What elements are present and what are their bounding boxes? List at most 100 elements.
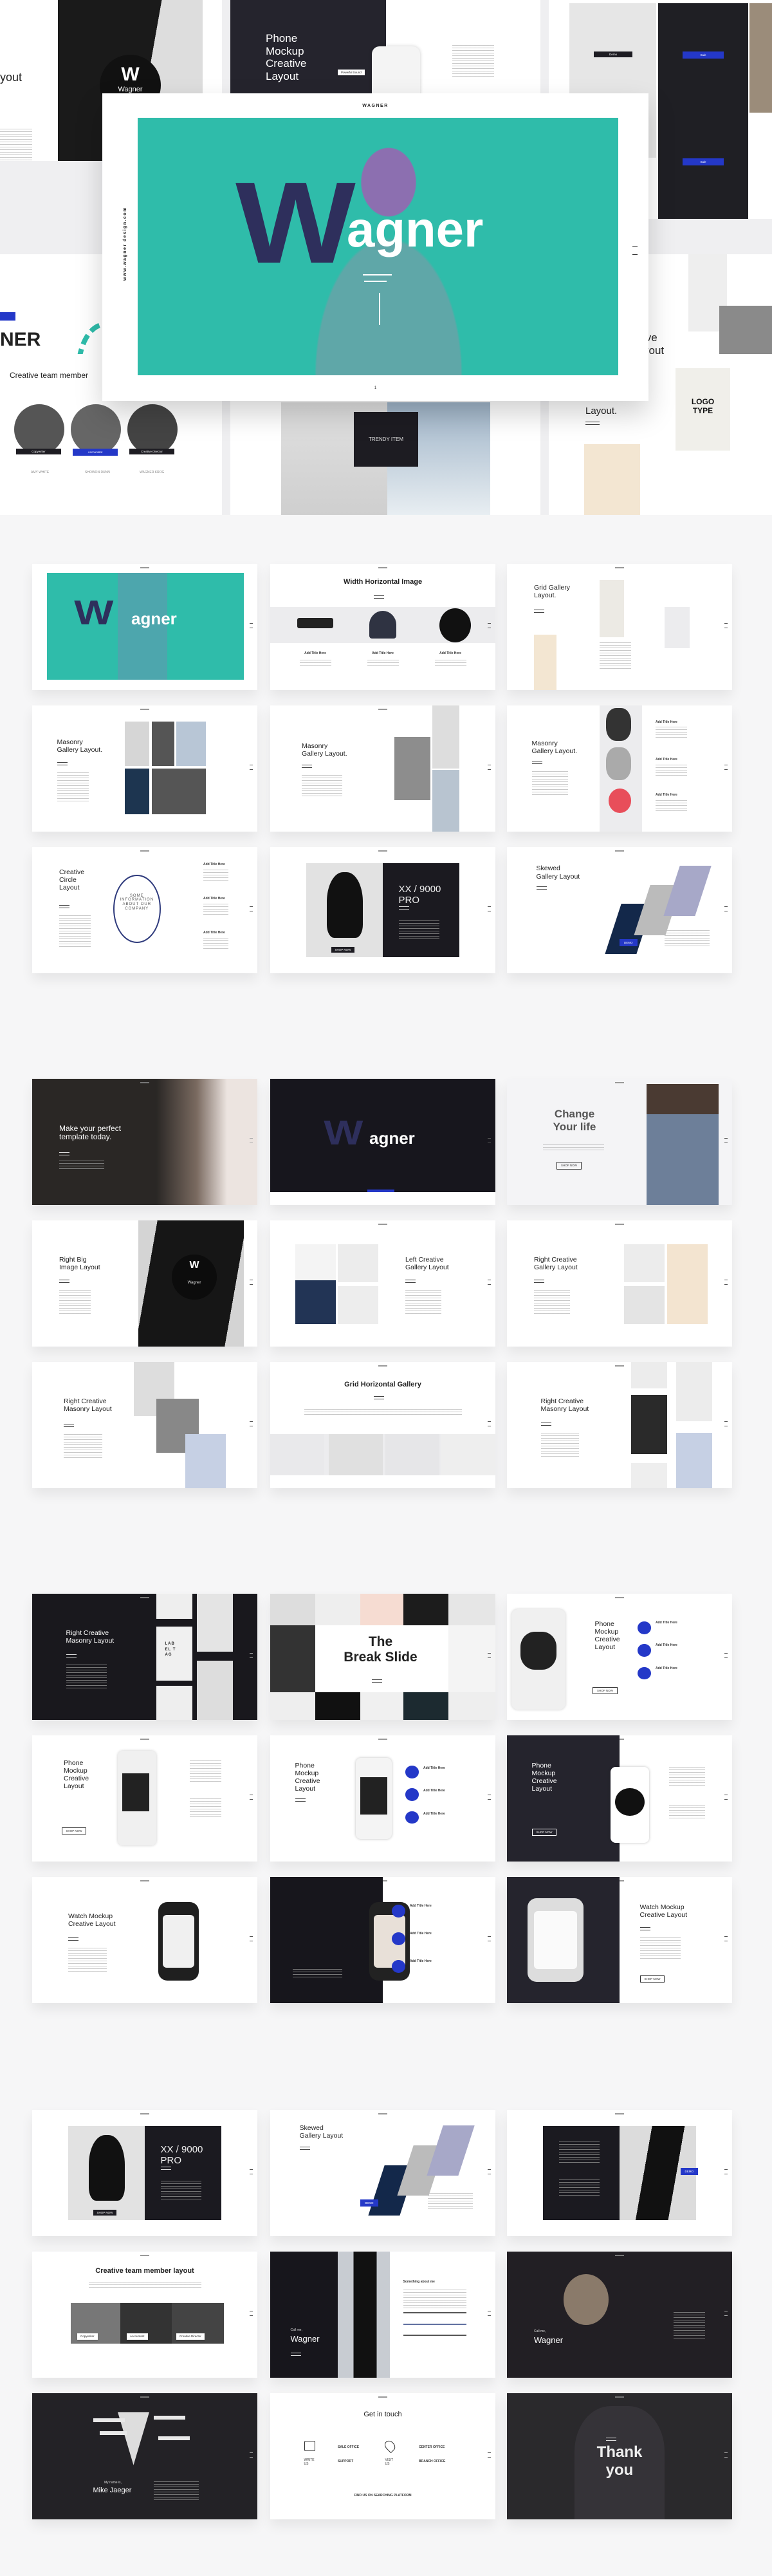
slide-thumbnail[interactable]: Wagner — [32, 564, 257, 690]
brand-mark — [378, 1365, 387, 1367]
menu-icon[interactable] — [250, 623, 253, 628]
menu-icon[interactable] — [488, 2311, 491, 2316]
slide-thumbnail[interactable]: Creative Circle LayoutSOME INFORMATION A… — [32, 847, 257, 973]
menu-icon[interactable] — [724, 623, 728, 628]
menu-icon[interactable] — [724, 1795, 728, 1800]
avatar — [127, 404, 178, 454]
menu-icon[interactable] — [724, 765, 728, 770]
menu-icon[interactable] — [724, 1280, 728, 1285]
shop-now-button[interactable]: SHOP NOW — [93, 2210, 117, 2216]
menu-icon[interactable] — [488, 2452, 491, 2458]
collage-image — [270, 1594, 315, 1625]
paragraph-placeholder — [532, 771, 568, 796]
shop-now-button[interactable]: SHOP NOW — [556, 1162, 582, 1169]
slide-thumbnail[interactable]: XX / 9000 PROSHOP NOW — [270, 847, 495, 973]
title-underline — [374, 1396, 384, 1399]
slide-thumbnail[interactable]: Make your perfect template today. — [32, 1079, 257, 1205]
slide-thumbnail[interactable]: Call me,Wagner — [507, 2252, 732, 2378]
slide-thumbnail[interactable]: Phone Mockup Creative LayoutSHOP NOW — [32, 1735, 257, 1862]
menu-icon[interactable] — [724, 1936, 728, 1941]
slide-thumbnail[interactable]: Left Creative Gallery Layout — [270, 1220, 495, 1347]
menu-icon[interactable] — [724, 906, 728, 911]
slide-thumbnail[interactable]: Phone Mockup Creative LayoutAdd Title He… — [270, 1735, 495, 1862]
slide-thumbnail[interactable]: Right Creative Masonry LayoutLABEL TAG — [32, 1594, 257, 1720]
menu-icon[interactable] — [250, 2311, 253, 2316]
slide-thumbnail[interactable]: XX / 9000 PROSHOP NOW — [32, 2110, 257, 2236]
menu-icon[interactable] — [488, 2169, 491, 2174]
menu-icon[interactable] — [250, 1421, 253, 1426]
divider — [379, 293, 380, 325]
slide-thumbnail[interactable]: Creative team member layoutCopywriterAcc… — [32, 2252, 257, 2378]
slide-thumbnail[interactable]: Skewed Gallery LayoutDEMO — [507, 847, 732, 973]
menu-icon[interactable] — [250, 1138, 253, 1143]
menu-icon[interactable] — [632, 246, 638, 255]
menu-icon[interactable] — [250, 765, 253, 770]
slide-thumbnail[interactable]: Masonry Gallery Layout. — [32, 705, 257, 832]
menu-icon[interactable] — [488, 1280, 491, 1285]
slide-thumbnail[interactable]: Masonry Gallery Layout. — [270, 705, 495, 832]
menu-icon[interactable] — [488, 765, 491, 770]
demo-button[interactable]: DEMO — [620, 939, 638, 946]
name-title: Wagner — [534, 2336, 592, 2346]
slide-thumbnail[interactable]: Watch Mockup Creative Layout — [32, 1877, 257, 2003]
menu-icon[interactable] — [488, 1421, 491, 1426]
menu-icon[interactable] — [250, 906, 253, 911]
slide-thumbnail[interactable]: Right Big Image LayoutWWagner — [32, 1220, 257, 1347]
slide-thumbnail[interactable]: Phone Mockup Creative LayoutAdd Title He… — [507, 1594, 732, 1720]
dark-image — [658, 3, 748, 219]
demo-button[interactable]: DEMO — [681, 2168, 699, 2175]
location-pin-icon — [382, 2438, 396, 2452]
slide-thumbnail[interactable]: Phone Mockup Creative LayoutSHOP NOW — [507, 1735, 732, 1862]
slide-title: Right Creative Masonry Layout — [64, 1397, 115, 1413]
logo-mark: W — [74, 593, 110, 633]
menu-icon[interactable] — [724, 2311, 728, 2316]
menu-icon[interactable] — [488, 1653, 491, 1658]
shop-now-button[interactable]: SHOP NOW — [62, 1827, 87, 1834]
slide-thumbnail[interactable]: Masonry Gallery Layout.Add Title HereAdd… — [507, 705, 732, 832]
menu-icon[interactable] — [250, 1795, 253, 1800]
cover-image: W agner — [138, 118, 618, 375]
menu-icon[interactable] — [250, 2452, 253, 2458]
menu-icon[interactable] — [488, 1795, 491, 1800]
menu-icon[interactable] — [250, 1653, 253, 1658]
slide-thumbnail[interactable]: Wagner — [270, 1079, 495, 1205]
visit-us-label: VISIT US — [385, 2459, 394, 2467]
slide-thumbnail[interactable]: Right Creative Masonry Layout — [507, 1362, 732, 1488]
menu-icon[interactable] — [250, 1936, 253, 1941]
shop-now-button[interactable]: SHOP NOW — [593, 1687, 618, 1694]
slide-thumbnail[interactable]: DEMO — [507, 2110, 732, 2236]
slide-thumbnail[interactable]: Width Horizontal ImageAdd Title HereAdd … — [270, 564, 495, 690]
paragraph-placeholder — [674, 2312, 705, 2340]
slide-thumbnail[interactable]: Add Title HereAdd Title HereAdd Title He… — [270, 1877, 495, 2003]
menu-icon[interactable] — [488, 623, 491, 628]
slide-thumbnail[interactable]: The Break Slide — [270, 1594, 495, 1720]
shop-now-button[interactable]: SHOP NOW — [532, 1829, 557, 1836]
demo-button[interactable]: DEMO — [360, 2199, 378, 2207]
slide-thumbnail[interactable]: Get in touchWRITE USSALE OFFICESUPPORTVI… — [270, 2393, 495, 2519]
menu-icon[interactable] — [724, 1653, 728, 1658]
slide-thumbnail[interactable]: Right Creative Gallery Layout — [507, 1220, 732, 1347]
slide-thumbnail[interactable]: Grid Gallery Layout. — [507, 564, 732, 690]
menu-icon[interactable] — [724, 1421, 728, 1426]
slide-thumbnail[interactable]: My name is,Mike Jaeger — [32, 2393, 257, 2519]
menu-icon[interactable] — [724, 1138, 728, 1143]
menu-icon[interactable] — [488, 1138, 491, 1143]
menu-icon[interactable] — [724, 2169, 728, 2174]
slide-thumbnail[interactable]: Thank you — [507, 2393, 732, 2519]
icon-circle — [405, 1766, 419, 1778]
menu-icon[interactable] — [250, 1280, 253, 1285]
slide-thumbnail[interactable]: Call me,WagnerSomething about me — [270, 2252, 495, 2378]
menu-icon[interactable] — [724, 2452, 728, 2458]
shop-now-button[interactable]: SHOP NOW — [331, 947, 355, 953]
icon-circle — [405, 1811, 419, 1824]
slide-thumbnail[interactable]: Skewed Gallery LayoutDEMO — [270, 2110, 495, 2236]
menu-icon[interactable] — [488, 906, 491, 911]
slide-thumbnail[interactable]: Grid Horizontal Gallery — [270, 1362, 495, 1488]
slide-thumbnail[interactable]: Watch Mockup Creative LayoutSHOP NOW — [507, 1877, 732, 2003]
gallery-image — [624, 1286, 665, 1324]
slide-thumbnail[interactable]: Right Creative Masonry Layout — [32, 1362, 257, 1488]
menu-icon[interactable] — [488, 1936, 491, 1941]
shop-now-button[interactable]: SHOP NOW — [640, 1975, 665, 1983]
slide-thumbnail[interactable]: Change Your lifeSHOP NOW — [507, 1079, 732, 1205]
menu-icon[interactable] — [250, 2169, 253, 2174]
